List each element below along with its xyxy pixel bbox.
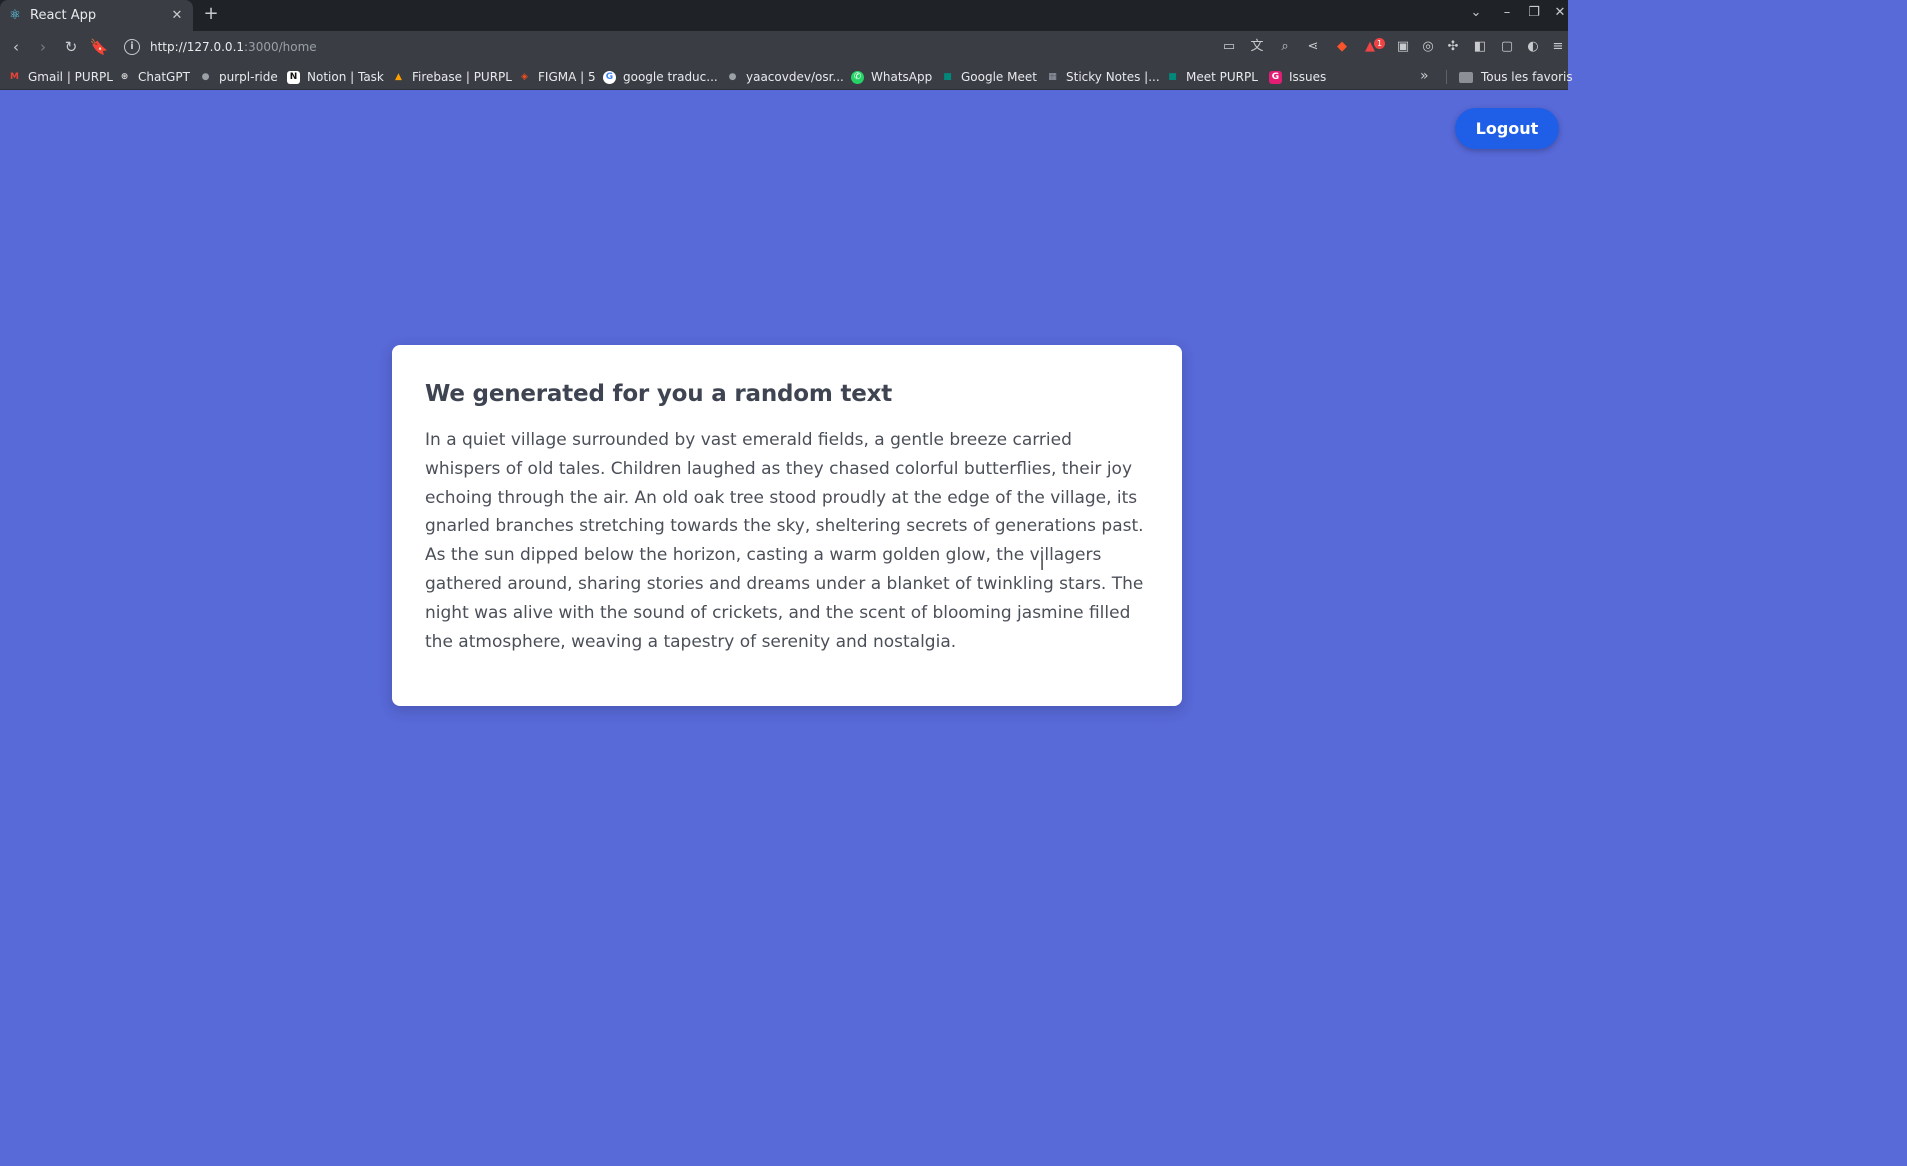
bookmark-item[interactable]: G Issues [1269, 68, 1326, 86]
bookmark-item[interactable]: G google traduc... [603, 68, 718, 86]
address-bar[interactable]: http://127.0.0.1:3000/home [150, 40, 317, 54]
extension-circle-icon[interactable]: ◎ [1419, 38, 1437, 56]
bookmark-item[interactable]: ● purpl-ride [199, 68, 278, 86]
bookmark-label: Notion | Task [307, 70, 384, 84]
browser-toolbar: ‹ › ↻ 🔖 i http://127.0.0.1:3000/home ▭ 文… [0, 31, 1568, 64]
whatsapp-icon: ✆ [851, 70, 864, 84]
all-bookmarks-label: Tous les favoris [1481, 70, 1573, 84]
bookmark-item[interactable]: ⊛ ChatGPT [118, 68, 190, 86]
github-icon: ● [728, 71, 737, 82]
tab-search-chevron-icon[interactable]: ⌄ [1467, 5, 1485, 20]
sticky-notes-icon: ▦ [1048, 71, 1057, 82]
more-bookmarks-icon[interactable]: » [1420, 68, 1429, 84]
bookmarks-bar: M Gmail | PURPL ⊛ ChatGPT ● purpl-ride N… [0, 64, 1573, 90]
issues-icon: G [1269, 70, 1282, 84]
extensions-puzzle-icon[interactable]: ✣ [1444, 38, 1462, 56]
cast-icon[interactable]: ▭ [1220, 38, 1238, 56]
random-text-card: We generated for you a random text In a … [392, 345, 1182, 706]
bookmark-item[interactable]: M Gmail | PURPL [8, 68, 113, 86]
url-host: http://127.0.0.1 [150, 40, 245, 54]
forward-icon[interactable]: › [33, 37, 53, 57]
bookmark-label: FIGMA | 5 [538, 70, 596, 84]
minimize-icon[interactable]: – [1498, 5, 1516, 20]
logout-button[interactable]: Logout [1455, 108, 1559, 149]
tab-react-app[interactable]: ⚛ React App ✕ [0, 0, 193, 31]
bookmark-label: Issues [1289, 70, 1327, 84]
notification-badge: 1 [1374, 38, 1385, 49]
sidebar-icon[interactable]: ◧ [1471, 38, 1489, 56]
bookmark-label: WhatsApp [871, 70, 933, 84]
google-icon: G [603, 70, 616, 84]
gmail-icon: M [10, 71, 19, 82]
firebase-icon: ▲ [395, 71, 402, 82]
bookmark-item[interactable]: ▲ Firebase | PURPL [392, 68, 512, 86]
menu-icon[interactable]: ≡ [1549, 38, 1567, 56]
all-bookmarks-folder[interactable]: Tous les favoris [1459, 68, 1573, 86]
bookmark-item[interactable]: ▦ Sticky Notes |... [1046, 68, 1160, 86]
tab-title: React App [30, 8, 97, 23]
bookmark-label: Gmail | PURPL [28, 70, 113, 84]
bookmark-label: Firebase | PURPL [412, 70, 512, 84]
reload-icon[interactable]: ↻ [61, 37, 81, 57]
close-tab-icon[interactable]: ✕ [169, 8, 185, 23]
react-icon: ⚛ [9, 7, 21, 23]
translate-icon[interactable]: 文 [1248, 38, 1266, 56]
back-icon[interactable]: ‹ [6, 37, 26, 57]
bookmark-item[interactable]: ◈ FIGMA | 5 [518, 68, 596, 86]
share-icon[interactable]: ⋖ [1304, 38, 1322, 56]
bookmark-label: Meet PURPL [1186, 70, 1258, 84]
zoom-icon[interactable]: ⌕ [1276, 38, 1294, 56]
new-tab-icon[interactable]: + [201, 4, 221, 24]
figma-icon: ◈ [521, 71, 528, 82]
bookmark-item[interactable]: N Notion | Task [287, 68, 384, 86]
bookmark-label: purpl-ride [219, 70, 278, 84]
bookmark-item[interactable]: ✆ WhatsApp [851, 68, 932, 86]
card-title: We generated for you a random text [425, 381, 893, 407]
brave-shields-icon[interactable]: ◆ [1333, 38, 1351, 56]
google-meet-icon: ■ [943, 71, 952, 82]
bookmark-label: Sticky Notes |... [1066, 70, 1160, 84]
site-info-icon[interactable]: i [124, 39, 140, 55]
bookmark-label: Google Meet [961, 70, 1037, 84]
extension-icon[interactable]: ▣ [1394, 38, 1412, 56]
google-meet-icon: ■ [1168, 71, 1177, 82]
text-cursor-icon: I [1040, 558, 1045, 574]
bookmark-label: google traduc... [623, 70, 718, 84]
tab-strip: ⚛ React App ✕ + ⌄ – ❐ ✕ [0, 0, 1568, 31]
profile-avatar-icon[interactable]: ◐ [1524, 38, 1542, 56]
bookmark-item[interactable]: ■ Meet PURPL [1166, 68, 1258, 86]
url-path: :3000/home [244, 40, 317, 54]
bookmark-item[interactable]: ■ Google Meet [941, 68, 1037, 86]
folder-icon [1459, 71, 1473, 83]
chatgpt-icon: ⊛ [120, 71, 129, 82]
bookmarks-separator [1446, 70, 1447, 84]
bookmark-label: ChatGPT [138, 70, 190, 84]
bookmark-item[interactable]: ● yaacovdev/osr... [726, 68, 844, 86]
bookmark-page-icon[interactable]: 🔖 [89, 37, 109, 57]
bookmark-label: yaacovdev/osr... [746, 70, 844, 84]
restore-icon[interactable]: ❐ [1525, 5, 1543, 20]
notion-icon: N [287, 70, 300, 84]
close-window-icon[interactable]: ✕ [1551, 5, 1569, 20]
wallet-icon[interactable]: ▢ [1498, 38, 1516, 56]
github-icon: ● [201, 71, 210, 82]
random-text-paragraph: In a quiet village surrounded by vast em… [425, 430, 1144, 652]
